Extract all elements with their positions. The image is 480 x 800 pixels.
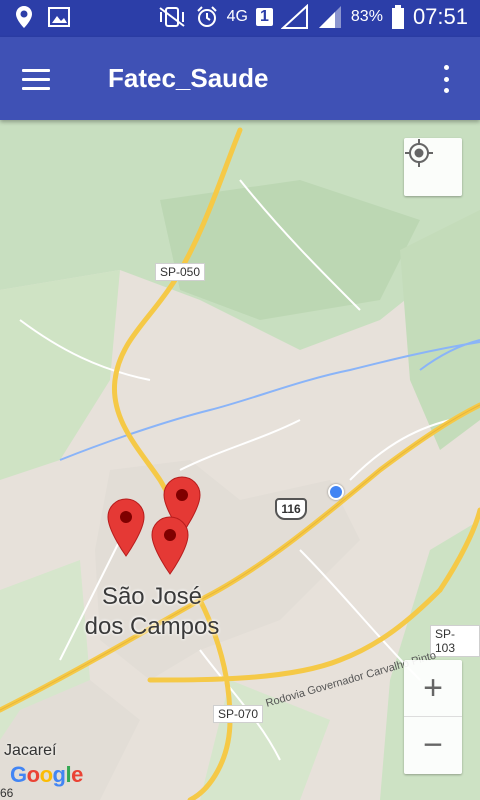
zoom-in-button[interactable]: + [404, 660, 462, 717]
signal-icon [280, 4, 308, 29]
status-bar-left [14, 5, 70, 29]
town-label-jacarei: Jacareí [4, 742, 57, 759]
city-label-sao-jose: São José dos Campos [84, 583, 220, 640]
corner-number-label: 66 [0, 786, 14, 800]
road-shield-116: 116 [275, 498, 307, 520]
hamburger-menu-icon[interactable] [14, 59, 58, 99]
map-marker-1[interactable] [107, 498, 145, 558]
signal-strength-icon [318, 6, 341, 28]
my-location-button[interactable] [404, 138, 462, 196]
status-bar: 4G 1 83% 07:51 [0, 0, 480, 37]
zoom-controls: + − [404, 660, 462, 774]
image-icon [48, 7, 70, 27]
road-label-sp050: SP-050 [155, 263, 206, 281]
zoom-out-button[interactable]: − [404, 717, 462, 774]
clock-time: 07:51 [412, 4, 468, 29]
app-bar: Fatec_Saude [0, 37, 480, 120]
battery-icon [391, 5, 404, 29]
status-bar-right: 4G 1 83% 07:51 [157, 4, 468, 30]
app-title: Fatec_Saude [108, 63, 269, 93]
alarm-icon [196, 6, 217, 27]
battery-percent: 83% [350, 8, 383, 25]
google-logo: Google [10, 762, 83, 787]
vibrate-off-icon [159, 7, 185, 27]
crosshair-icon [405, 139, 433, 167]
current-location-dot [328, 484, 344, 500]
overflow-menu-icon[interactable] [436, 65, 456, 93]
location-pin-icon [16, 6, 32, 28]
road-label-sp070: SP-070 [213, 705, 264, 723]
map-marker-3[interactable] [151, 516, 189, 576]
network-type-label: 4G [226, 8, 248, 25]
map-view[interactable]: SP-050 116 SP-103 SP-070 Rodovia Governa… [0, 120, 480, 800]
road-label-sp103: SP-103 [430, 625, 480, 657]
sim-slot-badge: 1 [256, 8, 273, 26]
